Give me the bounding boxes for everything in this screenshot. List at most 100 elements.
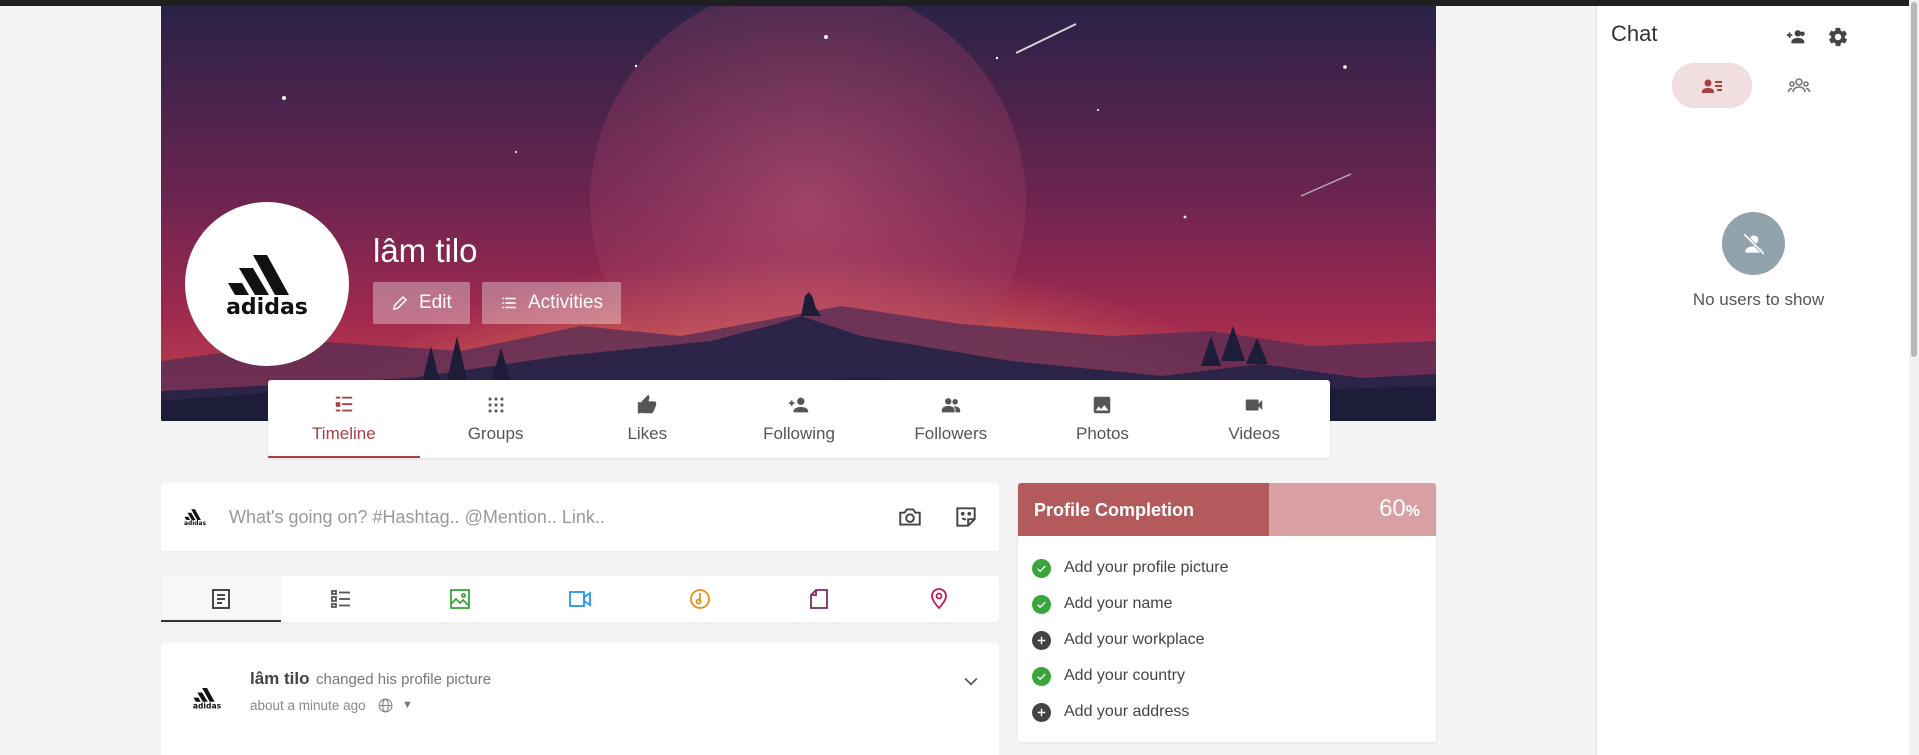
- add-circle-icon: [1032, 630, 1051, 650]
- post-card: adidas lâm tilo changed his profile pict…: [161, 643, 999, 755]
- checklist-label: Add your workplace: [1064, 631, 1205, 648]
- pencil-icon: [393, 295, 408, 310]
- videocam-icon: [1245, 399, 1263, 411]
- cover-photo: [161, 6, 1436, 421]
- groups-icon: [488, 397, 503, 413]
- tab-likes[interactable]: Likes: [571, 380, 723, 458]
- checklist-label: Add your profile picture: [1064, 559, 1229, 576]
- tab-videos[interactable]: Videos: [1178, 380, 1330, 458]
- filter-videos[interactable]: [520, 576, 640, 622]
- timeline-icon: [335, 396, 353, 412]
- tab-label: Groups: [467, 424, 524, 443]
- check-circle-icon: [1032, 594, 1051, 614]
- post-timestamp[interactable]: about a minute ago: [250, 698, 366, 713]
- post-composer: adidas: [161, 483, 999, 551]
- completion-percent-value: 60: [1379, 495, 1406, 522]
- gear-icon: [1828, 27, 1848, 47]
- add-contact-button[interactable]: [1781, 22, 1811, 52]
- sticker-button[interactable]: [951, 502, 981, 532]
- privacy-caret-icon[interactable]: ▼: [402, 699, 413, 711]
- sticker-icon: [956, 507, 976, 527]
- file-icon: [810, 589, 829, 609]
- checklist-item[interactable]: Add your workplace: [1018, 622, 1436, 658]
- completion-percent-sign: %: [1405, 503, 1420, 520]
- edit-label: Edit: [419, 292, 452, 313]
- completion-checklist: Add your profile picture Add your name A…: [1018, 536, 1436, 730]
- video-icon: [569, 591, 591, 607]
- tab-followers[interactable]: Followers: [875, 380, 1027, 458]
- groups-icon: [1787, 77, 1811, 92]
- profile-tabs: Timeline Groups Likes Following Follower…: [268, 380, 1330, 458]
- post-action-text: changed his profile picture: [316, 671, 492, 688]
- tab-label: Followers: [914, 424, 988, 443]
- profile-name: lâm tilo: [373, 232, 478, 269]
- checklist-item[interactable]: Add your address: [1018, 694, 1436, 730]
- list-icon: [330, 590, 350, 608]
- checklist-item[interactable]: Add your profile picture: [1018, 550, 1436, 586]
- activities-label: Activities: [528, 292, 603, 313]
- completion-percent: 60%: [1379, 495, 1420, 523]
- tab-groups[interactable]: Groups: [420, 380, 572, 458]
- chat-settings-button[interactable]: [1823, 22, 1853, 52]
- chat-tab-groups[interactable]: [1759, 63, 1839, 108]
- checklist-item[interactable]: Add your country: [1018, 658, 1436, 694]
- filter-all[interactable]: [161, 576, 281, 622]
- filter-text[interactable]: [281, 576, 401, 622]
- chat-title: Chat: [1611, 21, 1658, 46]
- globe-icon[interactable]: [377, 697, 394, 714]
- post-author-link[interactable]: lâm tilo: [250, 669, 310, 689]
- adidas-logo: adidas: [226, 255, 308, 317]
- tab-label: Likes: [627, 424, 668, 443]
- scrollbar-thumb[interactable]: [1911, 2, 1917, 357]
- checklist-label: Add your name: [1064, 595, 1173, 612]
- tab-timeline[interactable]: Timeline: [268, 380, 420, 458]
- check-circle-icon: [1032, 666, 1051, 686]
- tab-label: Following: [763, 424, 835, 443]
- chat-tab-contacts[interactable]: [1672, 63, 1752, 108]
- image-icon: [1094, 396, 1111, 414]
- chevron-down-icon[interactable]: [961, 671, 981, 691]
- edit-profile-button[interactable]: Edit: [373, 282, 470, 324]
- filter-music[interactable]: [640, 576, 760, 622]
- chat-sidebar: Chat No users to show: [1596, 6, 1919, 755]
- tab-label: Timeline: [312, 424, 376, 443]
- logo-text: adidas: [226, 295, 308, 317]
- tab-following[interactable]: Following: [723, 380, 875, 458]
- add-circle-icon: [1032, 702, 1051, 722]
- people-icon: [941, 398, 960, 413]
- svg-text:adidas: adidas: [193, 701, 222, 710]
- filter-files[interactable]: [759, 576, 879, 622]
- filter-places[interactable]: [879, 576, 999, 622]
- camera-button[interactable]: [895, 502, 925, 532]
- music-icon: [689, 589, 710, 609]
- post-filter-bar: [161, 576, 999, 622]
- checklist-item[interactable]: Add your name: [1018, 586, 1436, 622]
- thumb-up-icon: [638, 394, 657, 414]
- empty-chat-message: No users to show: [1692, 290, 1825, 309]
- no-users-avatar: [1722, 212, 1785, 275]
- checklist-label: Add your address: [1064, 703, 1190, 720]
- contacts-icon: [1702, 79, 1722, 93]
- completion-progress-bar: Profile Completion 60%: [1018, 483, 1436, 536]
- image-icon: [450, 589, 471, 609]
- svg-text:adidas: adidas: [184, 521, 206, 527]
- post-input[interactable]: [229, 506, 849, 528]
- completion-title: Profile Completion: [1034, 500, 1195, 520]
- page-scrollbar[interactable]: [1909, 0, 1919, 755]
- tab-label: Photos: [1075, 424, 1129, 443]
- tab-photos[interactable]: Photos: [1027, 380, 1179, 458]
- camera-icon: [899, 508, 921, 526]
- list-icon: [502, 297, 516, 309]
- group-add-icon: [1786, 30, 1805, 44]
- person-add-icon: [788, 397, 809, 413]
- person-off-icon: [1742, 232, 1765, 255]
- profile-completion-card: Profile Completion 60% Add your profile …: [1018, 483, 1436, 742]
- author-avatar[interactable]: adidas: [189, 686, 225, 710]
- adidas-logo: adidas: [184, 509, 206, 527]
- check-circle-icon: [1032, 558, 1051, 578]
- filter-photos[interactable]: [400, 576, 520, 622]
- main-column: adidas lâm tilo Edit Activities Timeline…: [0, 6, 1596, 755]
- checklist-label: Add your country: [1064, 667, 1185, 684]
- profile-avatar[interactable]: adidas: [185, 202, 349, 366]
- activities-button[interactable]: Activities: [482, 282, 621, 324]
